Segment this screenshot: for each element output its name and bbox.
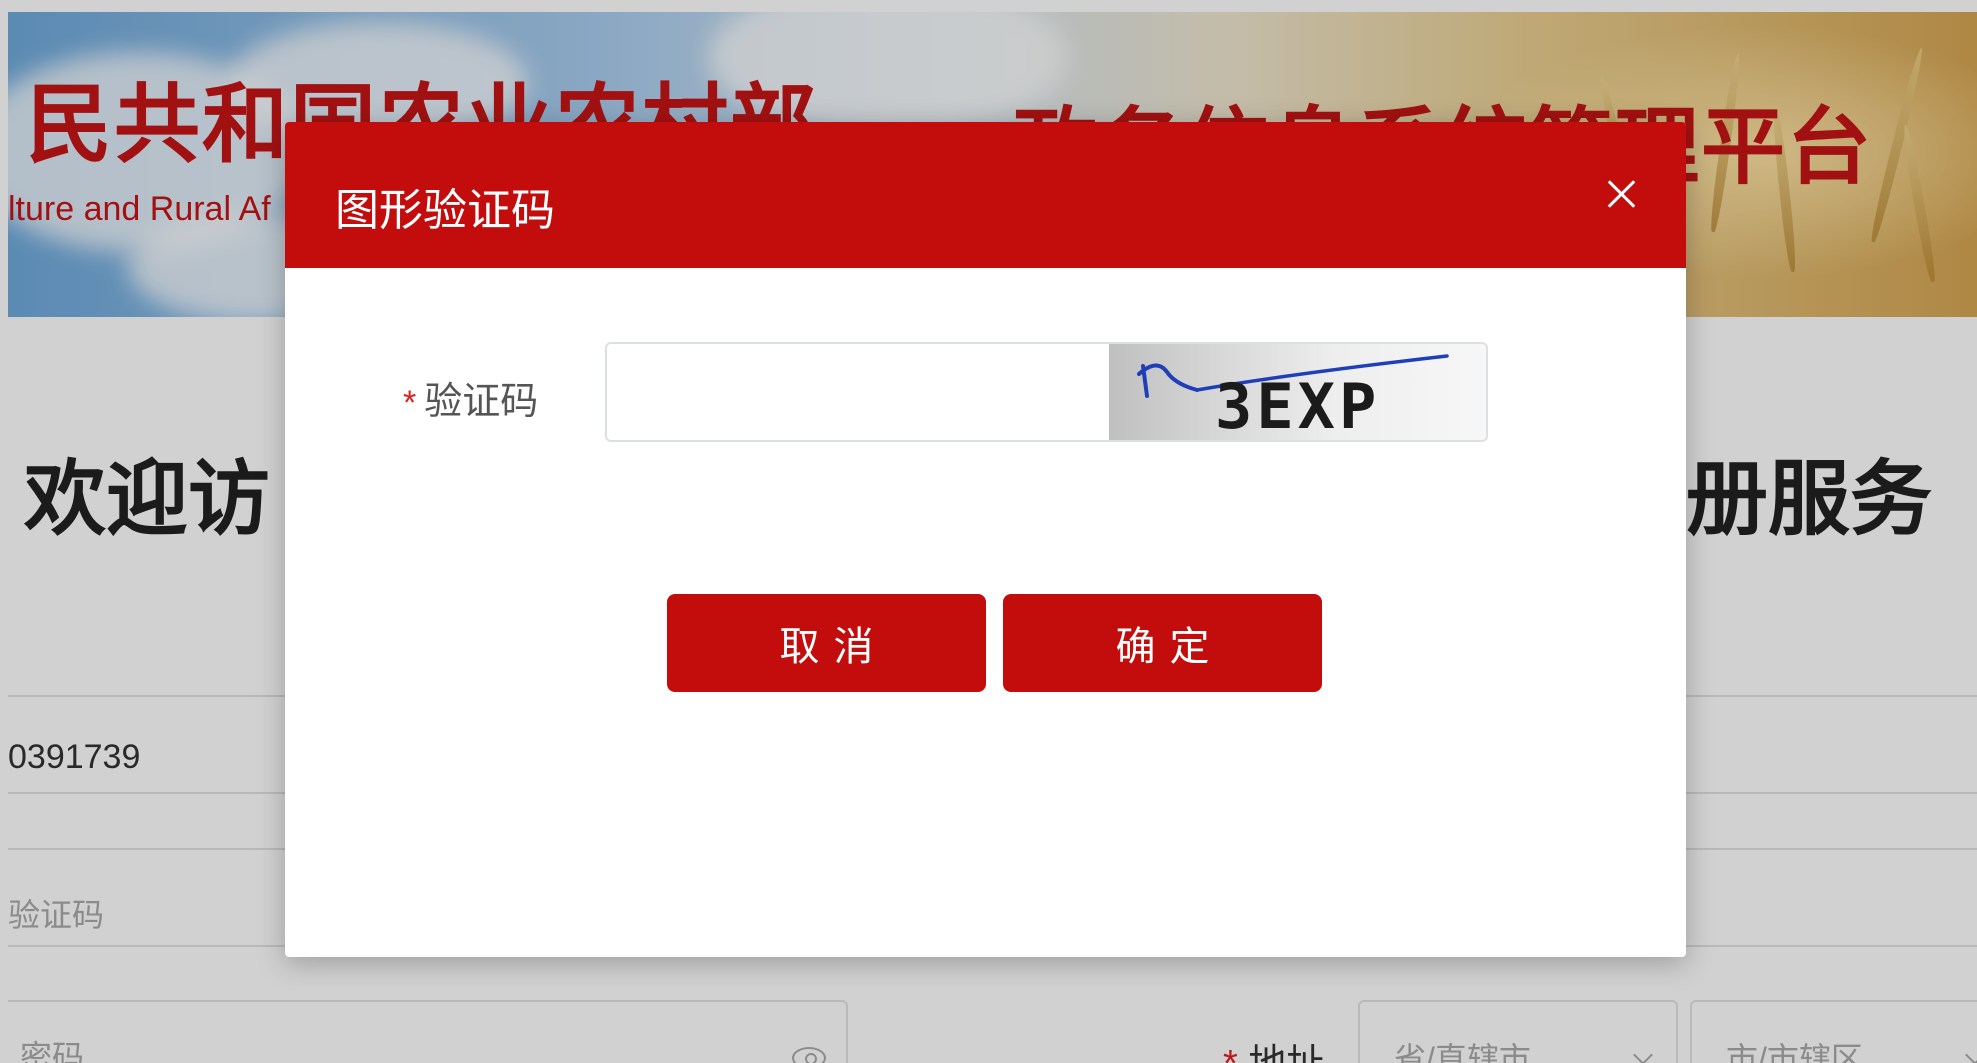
captcha-field: 3EXP — [605, 342, 1488, 442]
page: 民共和国农业农村部 lture and Rural Af 政务信息系统管理平台 … — [0, 0, 1977, 1063]
dialog-title: 图形验证码 — [335, 186, 555, 235]
captcha-graphic: 3EXP — [1137, 354, 1449, 440]
captcha-dialog: 图形验证码 * 验证码 3EXP 取消 确定 — [285, 122, 1686, 957]
cancel-button[interactable]: 取消 — [667, 594, 986, 692]
captcha-label-text: 验证码 — [424, 381, 539, 423]
captcha-input[interactable] — [607, 344, 1107, 440]
required-mark: * — [403, 384, 417, 422]
dialog-header: 图形验证码 — [285, 122, 1686, 268]
captcha-label: * 验证码 — [403, 370, 538, 425]
close-icon[interactable] — [1603, 176, 1639, 212]
captcha-image[interactable]: 3EXP — [1109, 344, 1486, 440]
confirm-button[interactable]: 确定 — [1003, 594, 1322, 692]
captcha-text: 3EXP — [1215, 370, 1380, 440]
